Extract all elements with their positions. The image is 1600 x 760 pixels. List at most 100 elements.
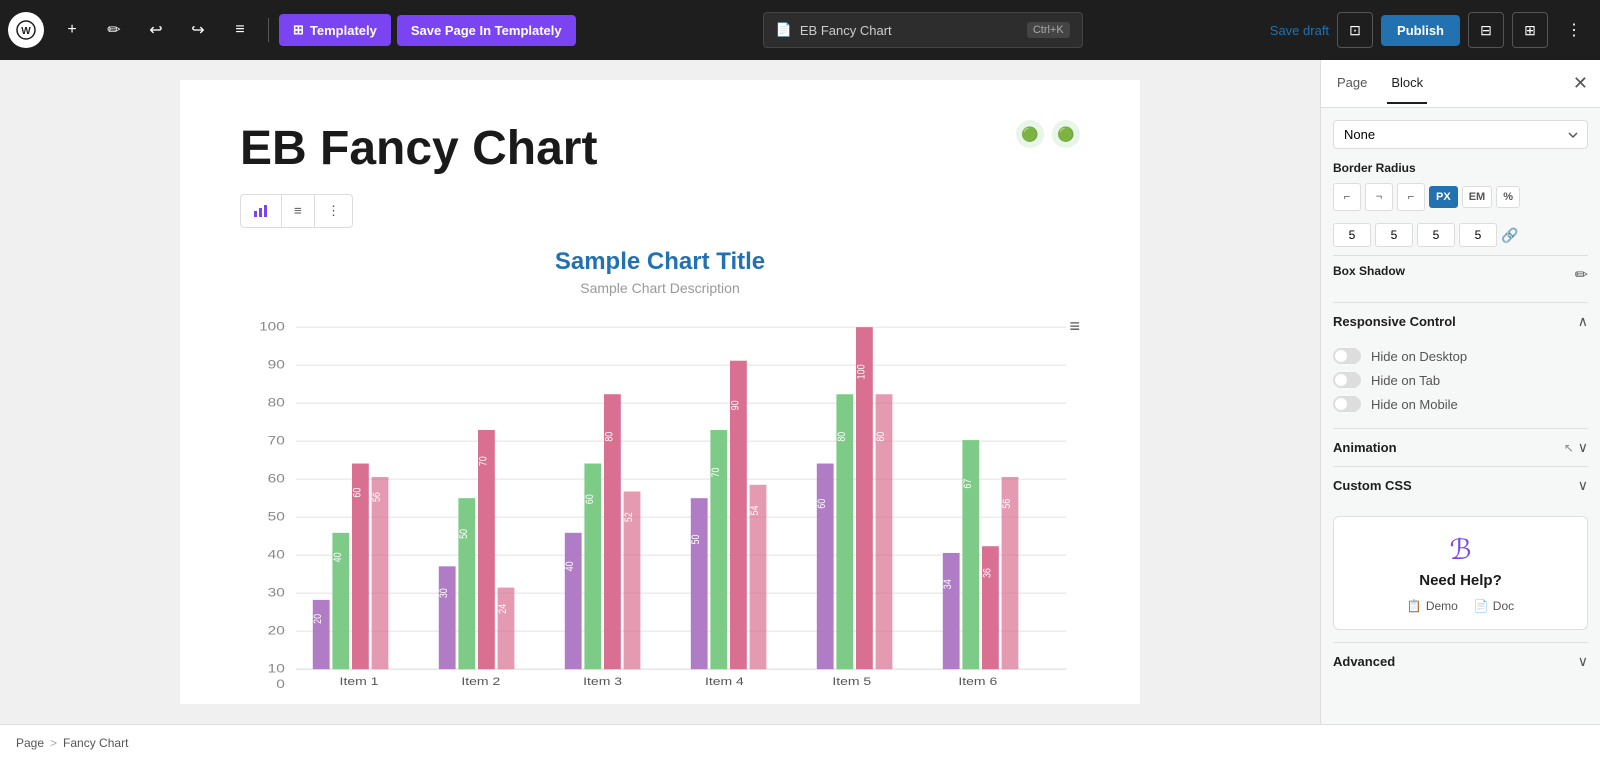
- svg-text:70: 70: [710, 467, 722, 477]
- hide-tab-toggle[interactable]: [1333, 372, 1361, 388]
- svg-text:90: 90: [730, 400, 742, 410]
- chart-section: Sample Chart Title Sample Chart Descript…: [240, 248, 1080, 696]
- svg-text:20: 20: [268, 623, 285, 637]
- breadcrumb-current: Fancy Chart: [63, 736, 128, 750]
- tab-block[interactable]: Block: [1387, 63, 1427, 104]
- svg-text:52: 52: [623, 511, 635, 521]
- br-corner-tr[interactable]: ¬: [1365, 183, 1393, 211]
- undo-button[interactable]: ↩: [138, 12, 174, 48]
- help-section: ℬ Need Help? 📋 Demo 📄 Doc: [1333, 516, 1588, 630]
- help-title: Need Help?: [1350, 572, 1571, 589]
- block-align-button[interactable]: ≡: [282, 195, 315, 227]
- responsive-toggle-button[interactable]: ⊡: [1337, 12, 1373, 48]
- wp-logo[interactable]: W: [8, 12, 44, 48]
- svg-text:90: 90: [268, 357, 285, 371]
- svg-text:100: 100: [259, 319, 285, 333]
- accordion-responsive-control[interactable]: Responsive Control ∧: [1333, 302, 1588, 340]
- svg-text:0: 0: [276, 676, 285, 690]
- accordion-animation[interactable]: Animation ↖ ∨: [1333, 428, 1588, 466]
- svg-text:80: 80: [875, 431, 887, 441]
- br-inputs: 🔗: [1333, 223, 1588, 247]
- hide-mobile-row: Hide on Mobile: [1333, 396, 1588, 412]
- chart-description: Sample Chart Description: [240, 280, 1080, 296]
- sidebar-toggle-button[interactable]: ⊟: [1468, 12, 1504, 48]
- br-input-tl[interactable]: [1333, 223, 1371, 247]
- hide-mobile-label: Hide on Mobile: [1371, 397, 1458, 412]
- br-unit-px[interactable]: PX: [1429, 186, 1458, 208]
- more-options-button[interactable]: ⋮: [1556, 12, 1592, 48]
- hide-tab-row: Hide on Tab: [1333, 372, 1588, 388]
- svg-text:54: 54: [749, 505, 761, 515]
- svg-text:W: W: [21, 26, 31, 37]
- plugin-icons: 🟢 🟢: [1016, 120, 1080, 148]
- hide-tab-label: Hide on Tab: [1371, 373, 1440, 388]
- block-more-button[interactable]: ⋮: [315, 195, 352, 227]
- hide-desktop-label: Hide on Desktop: [1371, 349, 1467, 364]
- redo-button[interactable]: ↪: [180, 12, 216, 48]
- svg-text:36: 36: [982, 567, 994, 577]
- save-templately-button[interactable]: Save Page In Templately: [397, 15, 576, 46]
- svg-text:67: 67: [962, 478, 974, 488]
- publish-button[interactable]: Publish: [1381, 15, 1460, 46]
- accordion-custom-css[interactable]: Custom CSS ∨: [1333, 466, 1588, 504]
- doc-link[interactable]: 📄 Doc: [1474, 599, 1514, 613]
- svg-text:100: 100: [856, 364, 868, 379]
- block-chart-icon-button[interactable]: [241, 195, 282, 227]
- svg-text:80: 80: [836, 431, 848, 441]
- details-button[interactable]: ≡: [222, 12, 258, 48]
- toolbar: W + ✏ ↩ ↪ ≡ ⊞ Templately Save Page In Te…: [0, 0, 1600, 60]
- add-block-button[interactable]: +: [54, 12, 90, 48]
- br-input-br[interactable]: [1417, 223, 1455, 247]
- save-draft-button[interactable]: Save draft: [1270, 23, 1329, 38]
- br-unit-percent[interactable]: %: [1496, 186, 1520, 208]
- svg-text:70: 70: [268, 433, 285, 447]
- responsive-control-chevron: ∧: [1578, 313, 1588, 330]
- svg-text:60: 60: [268, 471, 285, 485]
- panel-close-button[interactable]: ✕: [1573, 73, 1588, 94]
- tab-page[interactable]: Page: [1333, 63, 1371, 104]
- breadcrumb-separator: >: [50, 736, 57, 750]
- search-box[interactable]: 📄 EB Fancy Chart Ctrl+K: [763, 12, 1083, 48]
- svg-text:70: 70: [478, 456, 490, 466]
- panel-header: Page Block ✕: [1321, 60, 1600, 108]
- br-input-bl[interactable]: [1459, 223, 1497, 247]
- custom-css-title: Custom CSS: [1333, 478, 1412, 493]
- custom-css-chevron: ∨: [1578, 477, 1588, 494]
- page-title: EB Fancy Chart: [240, 120, 1080, 178]
- doc-icon: 📄: [1474, 599, 1489, 613]
- box-shadow-edit-icon[interactable]: ✏: [1575, 265, 1588, 285]
- br-unit-em[interactable]: EM: [1462, 186, 1493, 208]
- br-link-icon[interactable]: 🔗: [1501, 227, 1518, 244]
- svg-text:60: 60: [352, 487, 364, 497]
- svg-text:40: 40: [332, 552, 344, 562]
- responsive-control-title: Responsive Control: [1333, 314, 1456, 329]
- br-input-tr[interactable]: [1375, 223, 1413, 247]
- demo-link[interactable]: 📋 Demo: [1407, 599, 1458, 613]
- svg-text:30: 30: [438, 587, 450, 597]
- hide-desktop-toggle[interactable]: [1333, 348, 1361, 364]
- br-corner-tl[interactable]: ⌐: [1333, 183, 1361, 211]
- divider-box-shadow: [1333, 255, 1588, 256]
- advanced-title: Advanced: [1333, 654, 1395, 669]
- svg-text:Item 3: Item 3: [583, 675, 622, 687]
- chart-menu-icon[interactable]: ≡: [1069, 316, 1080, 337]
- svg-text:30: 30: [268, 585, 285, 599]
- plugin-icon-2: 🟢: [1052, 120, 1080, 148]
- accordion-advanced[interactable]: Advanced ∨: [1333, 642, 1588, 680]
- br-corner-br[interactable]: ⌐: [1397, 183, 1425, 211]
- edit-button[interactable]: ✏: [96, 12, 132, 48]
- svg-text:Item 5: Item 5: [832, 675, 871, 687]
- border-radius-label: Border Radius: [1333, 161, 1588, 175]
- box-shadow-row: Box Shadow ✏: [1333, 264, 1588, 286]
- templately-button[interactable]: ⊞ Templately: [279, 14, 391, 46]
- svg-text:Item 6: Item 6: [958, 675, 997, 687]
- chart-title: Sample Chart Title: [240, 248, 1080, 276]
- border-radius-row: ⌐ ¬ ⌐ PX EM %: [1333, 183, 1588, 211]
- block-type-select[interactable]: None: [1333, 120, 1588, 149]
- hide-mobile-toggle[interactable]: [1333, 396, 1361, 412]
- svg-text:Item 1: Item 1: [340, 675, 379, 687]
- breadcrumb-home[interactable]: Page: [16, 736, 44, 750]
- svg-text:60: 60: [584, 494, 596, 504]
- fullscreen-button[interactable]: ⊞: [1512, 12, 1548, 48]
- divider-1: [268, 18, 269, 42]
